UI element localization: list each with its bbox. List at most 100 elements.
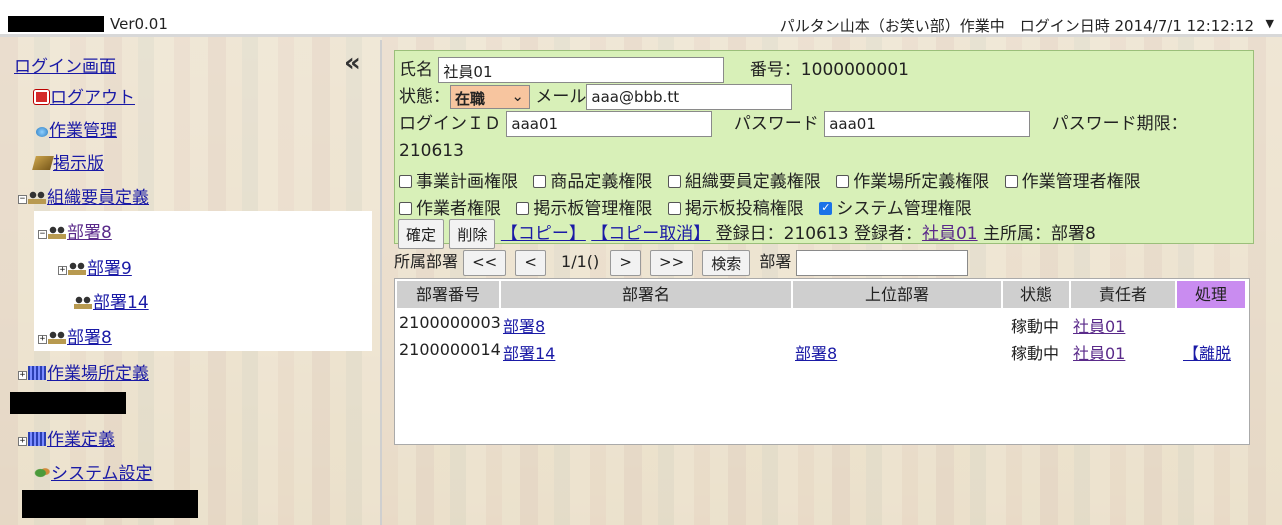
department-paging: 所属部署 << < 1/1() > >> 検索 部署	[394, 248, 969, 276]
status-label: 状態：	[399, 87, 450, 107]
sidebar-item-logout[interactable]: ログアウト	[34, 83, 135, 108]
sidebar-item-workplace-definition[interactable]: + 作業場所定義	[18, 359, 149, 384]
checkbox[interactable]	[667, 175, 681, 188]
password-expiry-value: 210613	[399, 141, 464, 161]
sidebar-item-work-management[interactable]: 作業管理	[36, 116, 117, 141]
sidebar-item-dept-9[interactable]: + 部署9	[58, 254, 132, 279]
checkbox[interactable]	[836, 175, 850, 188]
sidebar-item-label[interactable]: 作業場所定義	[47, 364, 149, 384]
cell-dept-name-link[interactable]: 部署14	[503, 340, 623, 364]
sidebar-item-dept-14[interactable]: 部署14	[74, 288, 149, 313]
collapse-node-icon[interactable]: −	[38, 230, 47, 239]
header-state: 状態	[1003, 281, 1071, 308]
people-icon	[28, 190, 46, 204]
permission-label: 事業計画権限	[416, 172, 518, 192]
dept-search-input[interactable]	[796, 249, 969, 276]
permission-product-definition[interactable]: 商品定義権限	[533, 172, 652, 192]
first-page-button[interactable]: <<	[463, 249, 507, 276]
copy-link[interactable]: 【コピー】	[501, 224, 586, 244]
workplace-icon	[28, 366, 46, 380]
sidebar-item-work-definition[interactable]: + 作業定義	[18, 425, 115, 450]
triangle-down-icon[interactable]: ▼	[1266, 17, 1274, 30]
permission-system-admin[interactable]: システム管理権限	[819, 199, 972, 219]
checkbox[interactable]	[399, 202, 412, 215]
sidebar-item-label[interactable]: 掲示版	[53, 154, 104, 174]
sidebar-item-login[interactable]: ログイン画面	[14, 52, 116, 77]
cell-state: 稼動中	[1011, 344, 1060, 363]
sidebar-item-label[interactable]: 部署9	[87, 259, 132, 279]
cell-parent-dept-link[interactable]: 部署8	[795, 340, 995, 364]
people-icon	[48, 225, 66, 239]
checkbox[interactable]	[533, 175, 547, 188]
checkbox-checked[interactable]	[819, 201, 833, 215]
sidebar-item-label[interactable]: 部署8	[67, 223, 112, 243]
copy-cancel-link[interactable]: 【コピー取消】	[591, 224, 710, 244]
login-id-input[interactable]: aaa01	[506, 111, 713, 137]
expand-node-icon[interactable]: +	[18, 437, 27, 446]
expand-node-icon[interactable]: +	[58, 266, 67, 275]
header-dept-name: 部署名	[501, 281, 793, 308]
header-owner: 責任者	[1071, 281, 1177, 308]
collapse-node-icon[interactable]: −	[18, 195, 27, 204]
permission-label: 作業場所定義権限	[853, 172, 990, 192]
sidebar-item-system-settings[interactable]: システム設定	[34, 459, 153, 484]
confirm-button[interactable]: 確定	[398, 219, 445, 249]
people-icon	[48, 330, 66, 344]
expand-node-icon[interactable]: +	[38, 335, 47, 344]
checkbox[interactable]	[667, 202, 681, 215]
search-button[interactable]: 検索	[702, 249, 751, 276]
chevron-down-icon: ⌄	[511, 87, 524, 105]
permission-board-post[interactable]: 掲示板投稿権限	[667, 199, 804, 219]
sidebar-item-label[interactable]: ログアウト	[50, 88, 135, 108]
main-affiliation: 主所属：部署8	[983, 224, 1096, 244]
checkbox[interactable]	[399, 175, 412, 188]
sidebar-item-label[interactable]: 組織要員定義	[47, 188, 149, 208]
permission-label: 掲示板管理権限	[533, 199, 653, 219]
sidebar-item-bulletin-board[interactable]: 掲示版	[32, 149, 104, 174]
table-header: 部署番号 部署名 上位部署 状態 責任者 処理	[397, 281, 1247, 308]
sidebar-item-dept-8[interactable]: − 部署8	[38, 218, 112, 243]
permission-board-admin[interactable]: 掲示板管理権限	[516, 199, 652, 219]
password-input[interactable]: aaa01	[824, 111, 1031, 137]
cell-dept-name-link[interactable]: 部署8	[503, 313, 623, 337]
name-input[interactable]: 社員01	[438, 57, 725, 83]
collapse-sidebar-icon[interactable]: «	[344, 48, 361, 78]
sidebar-item-org-definition[interactable]: − 組織要員定義	[18, 183, 149, 208]
permission-business-plan[interactable]: 事業計画権限	[399, 172, 518, 192]
permission-label: 作業管理者権限	[1021, 172, 1141, 192]
sidebar-item-label[interactable]: 部署14	[93, 293, 149, 313]
permission-row-1: 事業計画権限 商品定義権限 組織要員定義権限 作業場所定義権限 作業管理者権限	[399, 167, 1141, 192]
permission-work-manager[interactable]: 作業管理者権限	[1004, 172, 1141, 192]
permission-label: 商品定義権限	[550, 172, 653, 192]
last-page-button[interactable]: >>	[650, 249, 694, 276]
sidebar-item-label[interactable]: 作業管理	[49, 121, 117, 141]
login-id-label: ログインＩＤ	[399, 114, 501, 134]
system-settings-icon	[34, 466, 50, 480]
redacted-item	[22, 490, 198, 518]
expand-node-icon[interactable]: +	[18, 371, 27, 380]
mail-input[interactable]: aaa@bbb.tt	[586, 84, 793, 110]
sidebar-item-label[interactable]: 部署8	[67, 328, 112, 348]
checkbox[interactable]	[516, 202, 530, 215]
work-definition-icon	[28, 432, 46, 446]
permission-org-definition[interactable]: 組織要員定義権限	[667, 172, 821, 192]
cell-owner-link[interactable]: 社員01	[1073, 313, 1173, 337]
permission-worker[interactable]: 作業者権限	[399, 199, 501, 219]
sidebar-item-label[interactable]: システム設定	[51, 464, 153, 484]
cell-owner-link[interactable]: 社員01	[1073, 340, 1173, 364]
delete-button[interactable]: 削除	[449, 219, 496, 249]
sidebar-item-label[interactable]: 作業定義	[47, 430, 115, 450]
registrant-link[interactable]: 社員01	[922, 224, 978, 244]
status-select[interactable]: 在職 ⌄	[450, 85, 530, 109]
page-indicator: 1/1()	[561, 252, 600, 271]
dept-label: 部署	[759, 252, 792, 271]
sidebar-item-label[interactable]: ログイン画面	[14, 57, 116, 77]
permission-workplace-definition[interactable]: 作業場所定義権限	[836, 172, 989, 192]
checkbox[interactable]	[1004, 175, 1018, 188]
prev-page-button[interactable]: <	[515, 249, 546, 276]
permission-label: 組織要員定義権限	[684, 172, 821, 192]
cell-dept-number: 2100000003	[399, 313, 501, 332]
sidebar-item-dept-8-b[interactable]: + 部署8	[38, 323, 112, 348]
next-page-button[interactable]: >	[610, 249, 641, 276]
cell-action-link[interactable]: 【離脱	[1183, 340, 1245, 364]
